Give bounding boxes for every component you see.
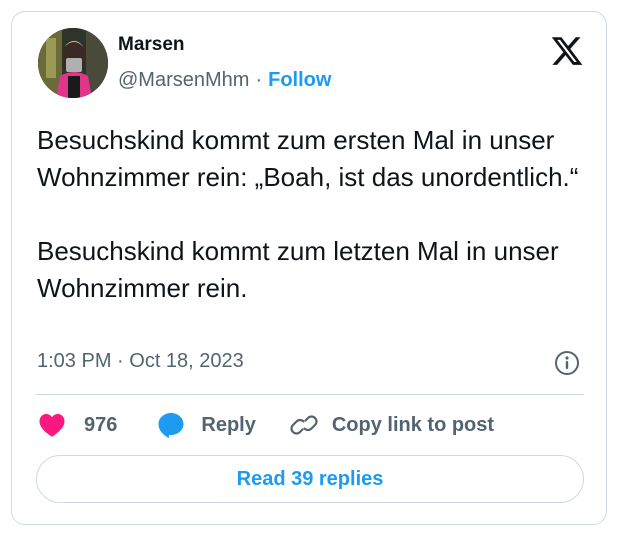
reply-button[interactable]: Reply [157,411,256,439]
like-count: 976 [84,413,118,436]
author-handle[interactable]: @MarsenMhm [118,69,249,91]
author-name[interactable]: Marsen [118,34,185,56]
author-handle-row: @MarsenMhm · Follow [118,69,331,92]
copy-link-label: Copy link to post [331,413,495,436]
x-logo-icon[interactable] [550,34,584,68]
author-avatar[interactable] [38,28,108,98]
heart-icon [39,414,65,437]
handle-separator: · [255,69,263,91]
like-button[interactable]: 976 [38,412,117,438]
reply-bubble-icon [158,413,184,438]
follow-button[interactable]: Follow [268,69,331,91]
reply-label: Reply [201,413,256,436]
post-paragraph: Besuchskind kommt zum ersten Mal in unse… [37,125,579,192]
post-paragraph: Besuchskind kommt zum letzten Mal in uns… [37,236,559,303]
post-card: Marsen @MarsenMhm · Follow Besuchskind kom… [11,11,607,525]
info-icon[interactable] [554,350,580,376]
avatar-photo-icon [38,28,108,98]
divider [36,394,584,395]
link-icon [290,415,318,435]
post-text: Besuchskind kommt zum ersten Mal in unse… [37,122,597,307]
post-timestamp[interactable]: 1:03 PM · Oct 18, 2023 [37,350,244,373]
copy-link-button[interactable]: Copy link to post [290,411,494,439]
read-replies-button[interactable]: Read 39 replies [36,455,584,503]
action-bar: 976 Reply Copy link to post [38,409,494,441]
